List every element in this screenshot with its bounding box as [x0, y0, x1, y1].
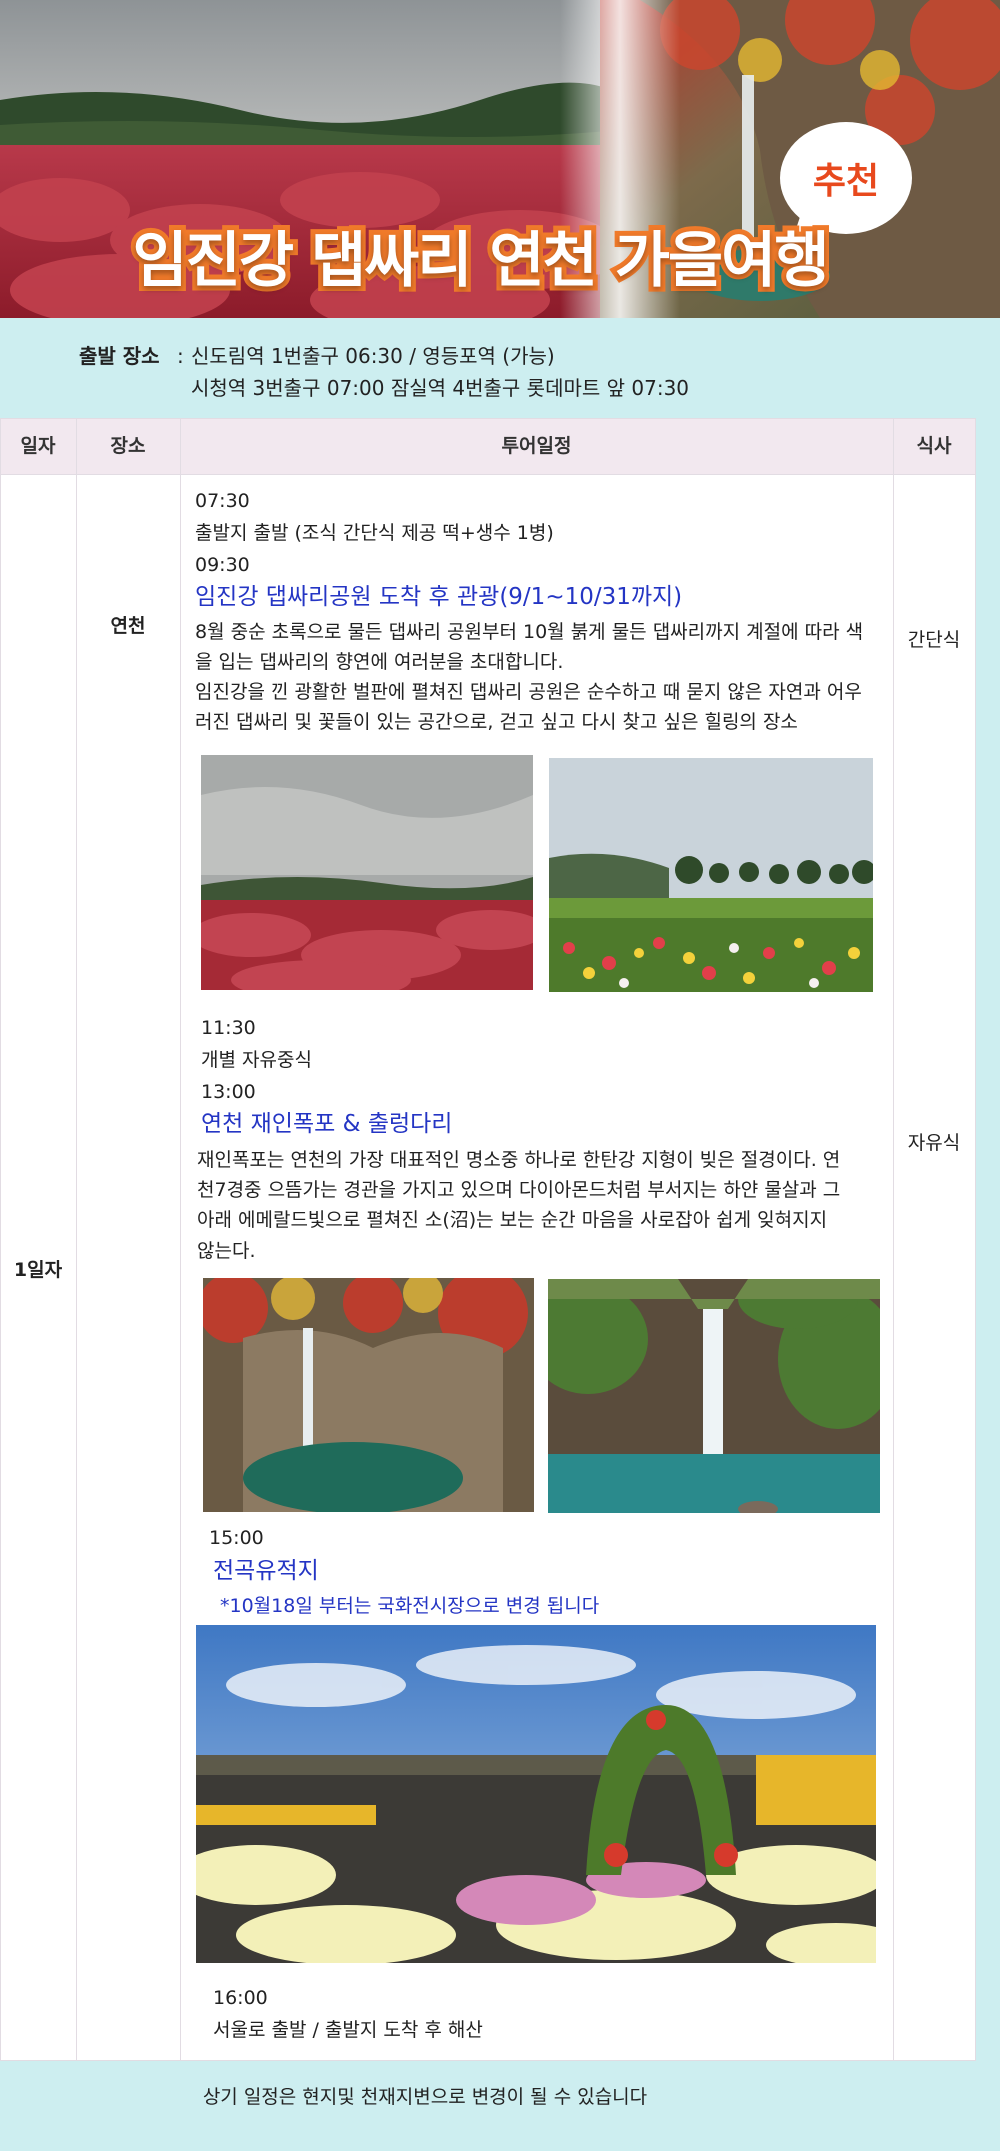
photo-flower-field — [549, 758, 873, 992]
spot1-desc-line: 임진강을 낀 광활한 벌판에 펼쳐진 댑싸리 공원은 순수하고 때 묻지 않은 … — [195, 681, 862, 703]
header-place: 장소 — [110, 435, 146, 457]
spot1-desc-line: 8월 중순 초록으로 물든 댑싸리 공원부터 10월 붉게 물든 댑싸리까지 계… — [195, 621, 864, 643]
page-title: 임진강 댑싸리 연천 가을여행 — [127, 221, 834, 301]
meal-breakfast: 간단식 — [907, 629, 961, 651]
spot2-desc-line: 아래 에메랄드빛으로 펼쳐진 소(沼)는 보는 순간 마음을 사로잡아 쉽게 잊… — [197, 1209, 828, 1231]
table-border-bottom — [0, 2060, 976, 2061]
column-divider-1 — [76, 418, 77, 2061]
departure-line-2: 시청역 3번출구 07:00 잠실역 4번출구 롯데마트 앞 07:30 — [79, 372, 689, 404]
departure-line-1: 출발 장소: 신도림역 1번출구 06:30 / 영등포역 (가능) — [79, 340, 689, 372]
header-schedule: 투어일정 — [501, 435, 572, 457]
photo-chrysanthemum-festival — [196, 1625, 876, 1963]
meal-lunch: 자유식 — [907, 1132, 961, 1154]
spot1-desc-line: 을 입는 댑싸리의 향연에 여러분을 초대합니다. — [195, 651, 564, 673]
time-1600: 16:00 — [213, 1987, 268, 2009]
photo-waterfall-autumn — [203, 1278, 534, 1512]
time-1130: 11:30 — [201, 1017, 256, 1039]
hero-banner: 추천 임진강 댑싸리 연천 가을여행 — [0, 0, 1000, 318]
photo-kochia-field — [201, 755, 533, 990]
return-desc: 서울로 출발 / 출발지 도착 후 해산 — [213, 2019, 483, 2041]
spot2-title: 연천 재인폭포 & 출렁다리 — [201, 1111, 453, 1137]
departure-label: 출발 장소 — [79, 344, 160, 368]
time-0930: 09:30 — [195, 554, 250, 576]
time-0730: 07:30 — [195, 490, 250, 512]
table-header-divider — [0, 474, 976, 475]
header-meal: 식사 — [916, 435, 952, 457]
spot3-change-note: *10월18일 부터는 국화전시장으로 변경 됩니다 — [220, 1595, 600, 1617]
schedule-change-notice-text: 상기 일정은 현지및 천재지변으로 변경이 될 수 있습니다 — [202, 2086, 648, 2108]
departure-info: 출발 장소: 신도림역 1번출구 06:30 / 영등포역 (가능) 시청역 3번… — [79, 340, 689, 404]
schedule-change-notice: 상기 일정은 현지및 천재지변으로 변경이 될 수 있습니다 — [0, 2082, 1000, 2109]
column-divider-2 — [180, 418, 181, 2061]
departure-line-1-text: 신도림역 1번출구 06:30 / 영등포역 (가능) — [191, 344, 555, 368]
time-1500: 15:00 — [209, 1527, 264, 1549]
departure-colon: : — [177, 344, 184, 368]
time-1300: 13:00 — [201, 1081, 256, 1103]
header-day: 일자 — [20, 435, 56, 457]
spot2-desc-line: 재인폭포는 연천의 가장 대표적인 명소중 하나로 한탄강 지형이 빚은 절경이… — [197, 1149, 841, 1171]
photo-waterfall-summer — [548, 1279, 880, 1513]
depart-desc: 출발지 출발 (조식 간단식 제공 떡+생수 1병) — [195, 522, 554, 544]
spot3-title: 전곡유적지 — [213, 1558, 319, 1584]
spot2-desc-line: 천7경중 으뜸가는 경관을 가지고 있으며 다이아몬드처럼 부서지는 하얀 물살… — [197, 1179, 841, 1201]
spot1-title: 임진강 댑싸리공원 도착 후 관광(9/1~10/31까지) — [195, 584, 683, 610]
spot2-desc-line: 않는다. — [197, 1240, 256, 1262]
table-border-right — [975, 418, 976, 2061]
lunch-desc: 개별 자유중식 — [201, 1049, 312, 1071]
column-divider-3 — [893, 418, 894, 2061]
table-border-left — [0, 418, 1, 2061]
place-cell: 연천 — [110, 615, 146, 637]
spot1-desc-line: 러진 댑싸리 및 꽃들이 있는 공간으로, 걷고 싶고 다시 찾고 싶은 힐링의… — [195, 711, 798, 733]
departure-line-2-text: 시청역 3번출구 07:00 잠실역 4번출구 롯데마트 앞 07:30 — [191, 376, 690, 400]
day-cell: 1일자 — [13, 1259, 63, 1281]
